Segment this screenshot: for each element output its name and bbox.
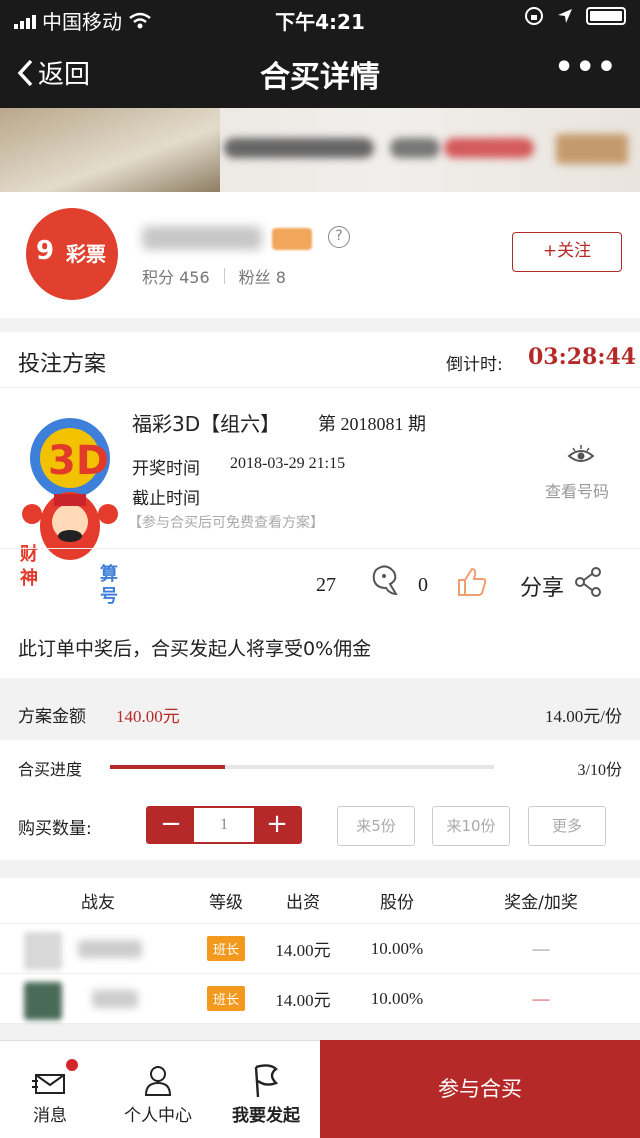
- nav-bar: 返回 合买详情 •••: [0, 36, 640, 108]
- vip-badge: [272, 228, 312, 250]
- participants-table: 战友 等级 出资 股份 奖金/加奖 班长 14.00元 10.00% — 班长 …: [0, 878, 640, 1024]
- participant-name-blurred: [78, 940, 142, 958]
- plan-heading: 投注方案: [18, 352, 107, 377]
- amount-value: 140.00元: [116, 707, 180, 726]
- level-badge: 班长: [206, 936, 245, 961]
- view-plan-hint: 【参与合买后可免费查看方案】: [128, 515, 324, 531]
- bonus: —: [532, 938, 550, 958]
- table-row: 班长 14.00元 10.00% —: [0, 974, 640, 1024]
- svg-text:神: 神: [20, 567, 38, 589]
- follow-button[interactable]: +关注: [512, 232, 622, 272]
- rotation-lock-icon: [525, 7, 543, 25]
- user-avatar[interactable]: 9 彩票: [26, 208, 118, 300]
- svg-text:号: 号: [100, 586, 118, 606]
- eye-icon[interactable]: [566, 444, 596, 468]
- fans-label: 粉丝: [238, 268, 271, 287]
- view-code-button[interactable]: 查看号码: [545, 478, 609, 502]
- avatar: [24, 982, 62, 1020]
- draw-time-label: 开奖时间: [132, 459, 200, 479]
- svg-text:3D: 3D: [48, 438, 109, 484]
- comment-count: 0: [418, 574, 428, 596]
- countdown-label: 倒计时:: [446, 355, 503, 375]
- username-blurred: [142, 226, 262, 250]
- avatar: [24, 932, 62, 970]
- per-share-price: 14.00元/份: [545, 707, 622, 726]
- progress-row: 合买进度 3/10份: [0, 740, 640, 792]
- view-count: 27: [316, 574, 336, 596]
- decrease-button[interactable]: −: [148, 808, 194, 842]
- table-row: 班长 14.00元 10.00% —: [0, 924, 640, 974]
- contribution: 14.00元: [275, 941, 331, 960]
- share-icon[interactable]: [574, 566, 604, 598]
- deadline-label: 截止时间: [132, 489, 200, 509]
- ad-banner[interactable]: [0, 108, 640, 192]
- quantity-input[interactable]: 1: [194, 808, 254, 842]
- svg-text:财: 财: [20, 543, 38, 565]
- location-icon: [558, 9, 572, 23]
- commission-text: 此订单中奖后，合买发起人将享受0%佣金: [18, 638, 372, 660]
- flag-icon: [254, 1064, 279, 1098]
- fans-value: 8: [275, 268, 286, 287]
- more-button[interactable]: •••: [554, 50, 618, 85]
- battery-icon: [586, 7, 626, 25]
- plan-amount-row: 方案金额 140.00元 14.00元/份: [0, 690, 640, 738]
- more-quantity-button[interactable]: 更多: [528, 806, 606, 846]
- level-badge: 班长: [206, 986, 245, 1011]
- page-title: 合买详情: [260, 60, 380, 95]
- share-percent: 10.00%: [370, 938, 424, 958]
- share-percent: 10.00%: [370, 988, 424, 1008]
- tab-messages[interactable]: 消息: [0, 1041, 100, 1138]
- tab-profile[interactable]: 个人中心: [106, 1041, 210, 1138]
- lottery-issue: 第 2018081 期: [318, 414, 426, 434]
- quantity-stepper: − 1 +: [146, 806, 302, 844]
- progress-fill: [110, 765, 226, 769]
- points-value: 456: [179, 268, 210, 287]
- plan-header: 投注方案 倒计时: 03:28:44: [0, 332, 640, 388]
- quick-10-button[interactable]: 来10份: [432, 806, 510, 846]
- thumbs-up-icon[interactable]: [456, 566, 488, 598]
- table-header: 战友 等级 出资 股份 奖金/加奖: [0, 878, 640, 924]
- status-bar: 中国移动 下午4:21: [0, 0, 640, 36]
- svg-text:算: 算: [100, 563, 118, 585]
- progress-text: 3/10份: [577, 762, 622, 779]
- notification-dot: [64, 1057, 80, 1073]
- amount-label: 方案金额: [18, 707, 86, 727]
- bonus: —: [532, 988, 550, 1008]
- banner-image: [0, 108, 220, 192]
- participant-name-blurred: [92, 990, 138, 1008]
- plan-details: 3D 财 神 算 号 福彩3D【组六】 第 2018081 期 开奖时间 201…: [0, 388, 640, 678]
- fucai-3d-logo: 3D 财 神 算 号: [20, 418, 118, 606]
- countdown-timer: 03:28:44: [528, 344, 637, 370]
- contribution: 14.00元: [275, 991, 331, 1010]
- lottery-name: 福彩3D【组六】: [132, 412, 281, 436]
- quantity-label: 购买数量:: [18, 819, 92, 839]
- share-button[interactable]: 分享: [520, 570, 564, 602]
- progress-label: 合买进度: [18, 760, 83, 779]
- comment-icon[interactable]: [370, 564, 402, 598]
- quantity-row: 购买数量: − 1 + 来5份 来10份 更多: [0, 792, 640, 860]
- help-icon[interactable]: ?: [328, 226, 350, 248]
- draw-time-value: 2018-03-29 21:15: [230, 455, 346, 472]
- join-purchase-button[interactable]: 参与合买: [320, 1040, 640, 1138]
- increase-button[interactable]: +: [254, 808, 300, 842]
- progress-bar: [110, 765, 494, 769]
- person-icon: [144, 1066, 172, 1096]
- points-label: 积分: [142, 268, 175, 287]
- user-profile-card: 9 彩票 ? 积分 456 粉丝 8 +关注: [0, 192, 640, 318]
- tab-launch[interactable]: 我要发起: [214, 1041, 318, 1138]
- quick-5-button[interactable]: 来5份: [337, 806, 415, 846]
